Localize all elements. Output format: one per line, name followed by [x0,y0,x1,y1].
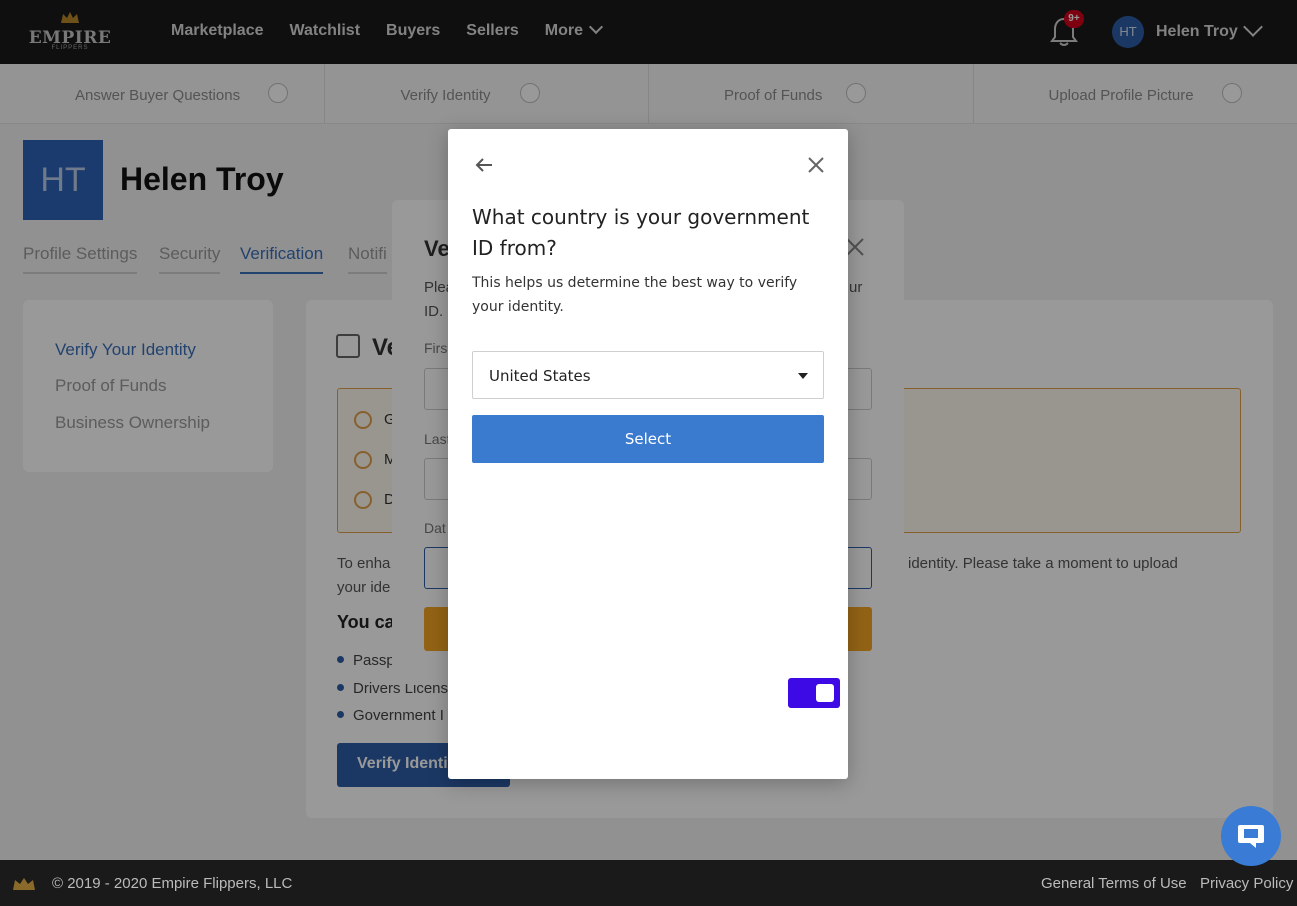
modal-description: This helps us determine the best way to … [472,275,798,315]
caret-down-icon [798,373,808,379]
modal-title: What country is your government ID from? [472,205,810,260]
back-arrow-icon[interactable] [472,153,496,177]
country-select-value: United States [489,367,591,385]
select-button[interactable]: Select [472,415,824,463]
toggle-switch[interactable] [788,678,840,708]
country-select-modal: What country is your government ID from?… [448,129,848,779]
country-select[interactable]: United States [472,351,824,399]
crown-icon [13,878,35,890]
footer: © 2019 - 2020 Empire Flippers, LLC Gener… [0,860,1297,906]
terms-link[interactable]: General Terms of Use [1041,875,1187,892]
chat-icon [1238,825,1264,848]
chat-widget-button[interactable] [1221,806,1281,866]
privacy-link[interactable]: Privacy Policy [1200,875,1293,892]
copyright-text: © 2019 - 2020 Empire Flippers, LLC [52,875,293,892]
toggle-knob [816,684,834,702]
close-icon[interactable] [804,153,828,177]
